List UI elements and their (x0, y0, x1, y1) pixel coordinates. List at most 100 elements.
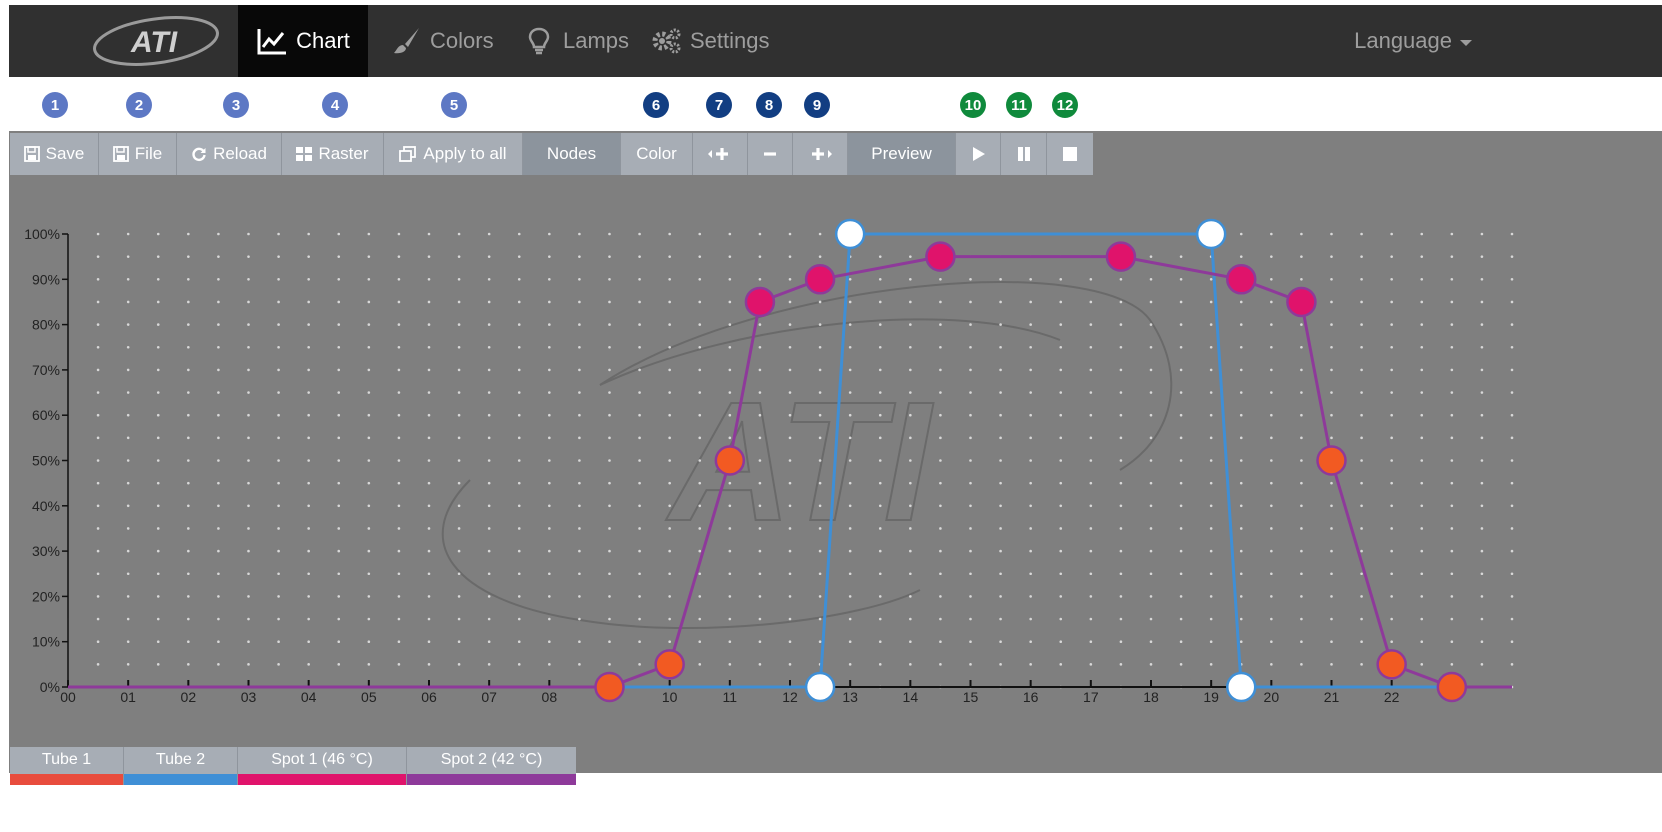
grid-dot (999, 504, 1002, 508)
chart-node[interactable] (1226, 264, 1257, 295)
grid-dot (1360, 504, 1363, 508)
grid-dot (578, 527, 581, 530)
chart-node[interactable] (804, 671, 836, 703)
grid-dot (457, 595, 461, 598)
grid-dot (1270, 640, 1273, 643)
chart-node[interactable] (1226, 671, 1257, 703)
chart-node[interactable] (834, 218, 866, 250)
grid-dot (247, 527, 250, 530)
grid-dot (1089, 436, 1093, 440)
tab-tube-1[interactable]: Tube 1 (10, 747, 124, 785)
grid-dot (1119, 617, 1123, 621)
grid-dot (638, 323, 641, 326)
grid-dot (698, 413, 702, 417)
chart-node[interactable] (654, 649, 685, 680)
grid-dot (548, 413, 551, 417)
grid-dot (126, 323, 130, 326)
grid-dot (1239, 413, 1243, 417)
grid-dot (548, 232, 551, 236)
chart-node[interactable] (925, 241, 956, 272)
grid-dot (638, 368, 641, 372)
grid-dot (156, 413, 160, 417)
grid-dot (999, 459, 1002, 462)
chart-node[interactable] (714, 445, 746, 476)
grid-dot (367, 368, 371, 372)
grid-dot (277, 368, 280, 372)
grid-dot (217, 481, 220, 485)
grid-dot (277, 617, 280, 621)
grid-dot (1390, 255, 1393, 258)
grid-dot (397, 255, 401, 258)
grid-dot (337, 345, 341, 349)
grid-dot (397, 504, 401, 508)
chart-node[interactable] (1376, 649, 1407, 680)
grid-dot (126, 527, 130, 530)
light-schedule-chart[interactable]: ATI 0% 10% 20% 30% 40% 50% 60% 70% 80% 90% 100% 00 0… (0, 0, 1662, 832)
grid-dot (367, 323, 371, 326)
grid-dot (999, 278, 1002, 281)
grid-dot (758, 413, 762, 417)
chart-node[interactable] (1195, 218, 1227, 250)
grid-dot (1510, 345, 1514, 349)
grid-dot (517, 368, 521, 372)
grid-dot (1270, 300, 1273, 304)
grid-dot (217, 391, 220, 394)
grid-dot (1480, 278, 1484, 281)
tab-tube-2[interactable]: Tube 2 (124, 747, 238, 785)
grid-dot (1119, 572, 1123, 576)
grid-dot (1300, 413, 1303, 417)
grid-dot (156, 617, 160, 621)
grid-dot (548, 481, 551, 485)
grid-dot (1330, 549, 1333, 553)
grid-dot (1330, 436, 1333, 440)
grid-dot (427, 278, 431, 281)
grid-dot (1270, 232, 1273, 236)
grid-dot (878, 391, 882, 394)
grid-dot (578, 323, 581, 326)
grid-dot (818, 300, 822, 304)
grid-dot (337, 391, 341, 394)
grid-dot (578, 278, 581, 281)
grid-dot (608, 481, 611, 485)
grid-dot (1480, 595, 1484, 598)
grid-dot (217, 617, 220, 621)
grid-dot (1149, 323, 1153, 326)
grid-dot (1330, 413, 1333, 417)
grid-dot (878, 436, 882, 440)
tab-spot-1[interactable]: Spot 1 (46 °C) (238, 747, 407, 785)
tab-spot-2[interactable]: Spot 2 (42 °C) (407, 747, 576, 785)
grid-dot (1330, 527, 1333, 530)
tab-tube-2-label: Tube 2 (155, 751, 206, 768)
grid-dot (638, 391, 641, 394)
chart-node[interactable] (1436, 671, 1468, 703)
chart-node[interactable] (1286, 286, 1317, 318)
grid-dot (1119, 413, 1123, 417)
grid-dot (487, 504, 491, 508)
chart-node[interactable] (744, 286, 776, 318)
grid-dot (427, 232, 431, 236)
grid-dot (1239, 436, 1243, 440)
grid-dot (1149, 391, 1153, 394)
grid-dot (217, 436, 220, 440)
grid-dot (1149, 459, 1153, 462)
grid-dot (1089, 504, 1093, 508)
grid-dot (156, 391, 160, 394)
grid-dot (548, 368, 551, 372)
grid-dot (758, 278, 762, 281)
grid-dot (126, 572, 130, 576)
grid-dot (578, 663, 581, 666)
chart-node[interactable] (1316, 445, 1347, 476)
grid-dot (427, 436, 431, 440)
grid-dot (457, 640, 461, 643)
chart-node[interactable] (594, 671, 625, 703)
chart-node[interactable] (804, 264, 836, 295)
grid-dot (969, 481, 972, 485)
grid-dot (999, 345, 1002, 349)
grid-dot (788, 368, 792, 372)
chart-node[interactable] (1105, 241, 1137, 272)
y-tick-label: 100% (24, 226, 60, 242)
grid-dot (999, 300, 1002, 304)
grid-dot (1360, 617, 1363, 621)
grid-dot (1149, 504, 1153, 508)
grid-dot (1119, 640, 1123, 643)
